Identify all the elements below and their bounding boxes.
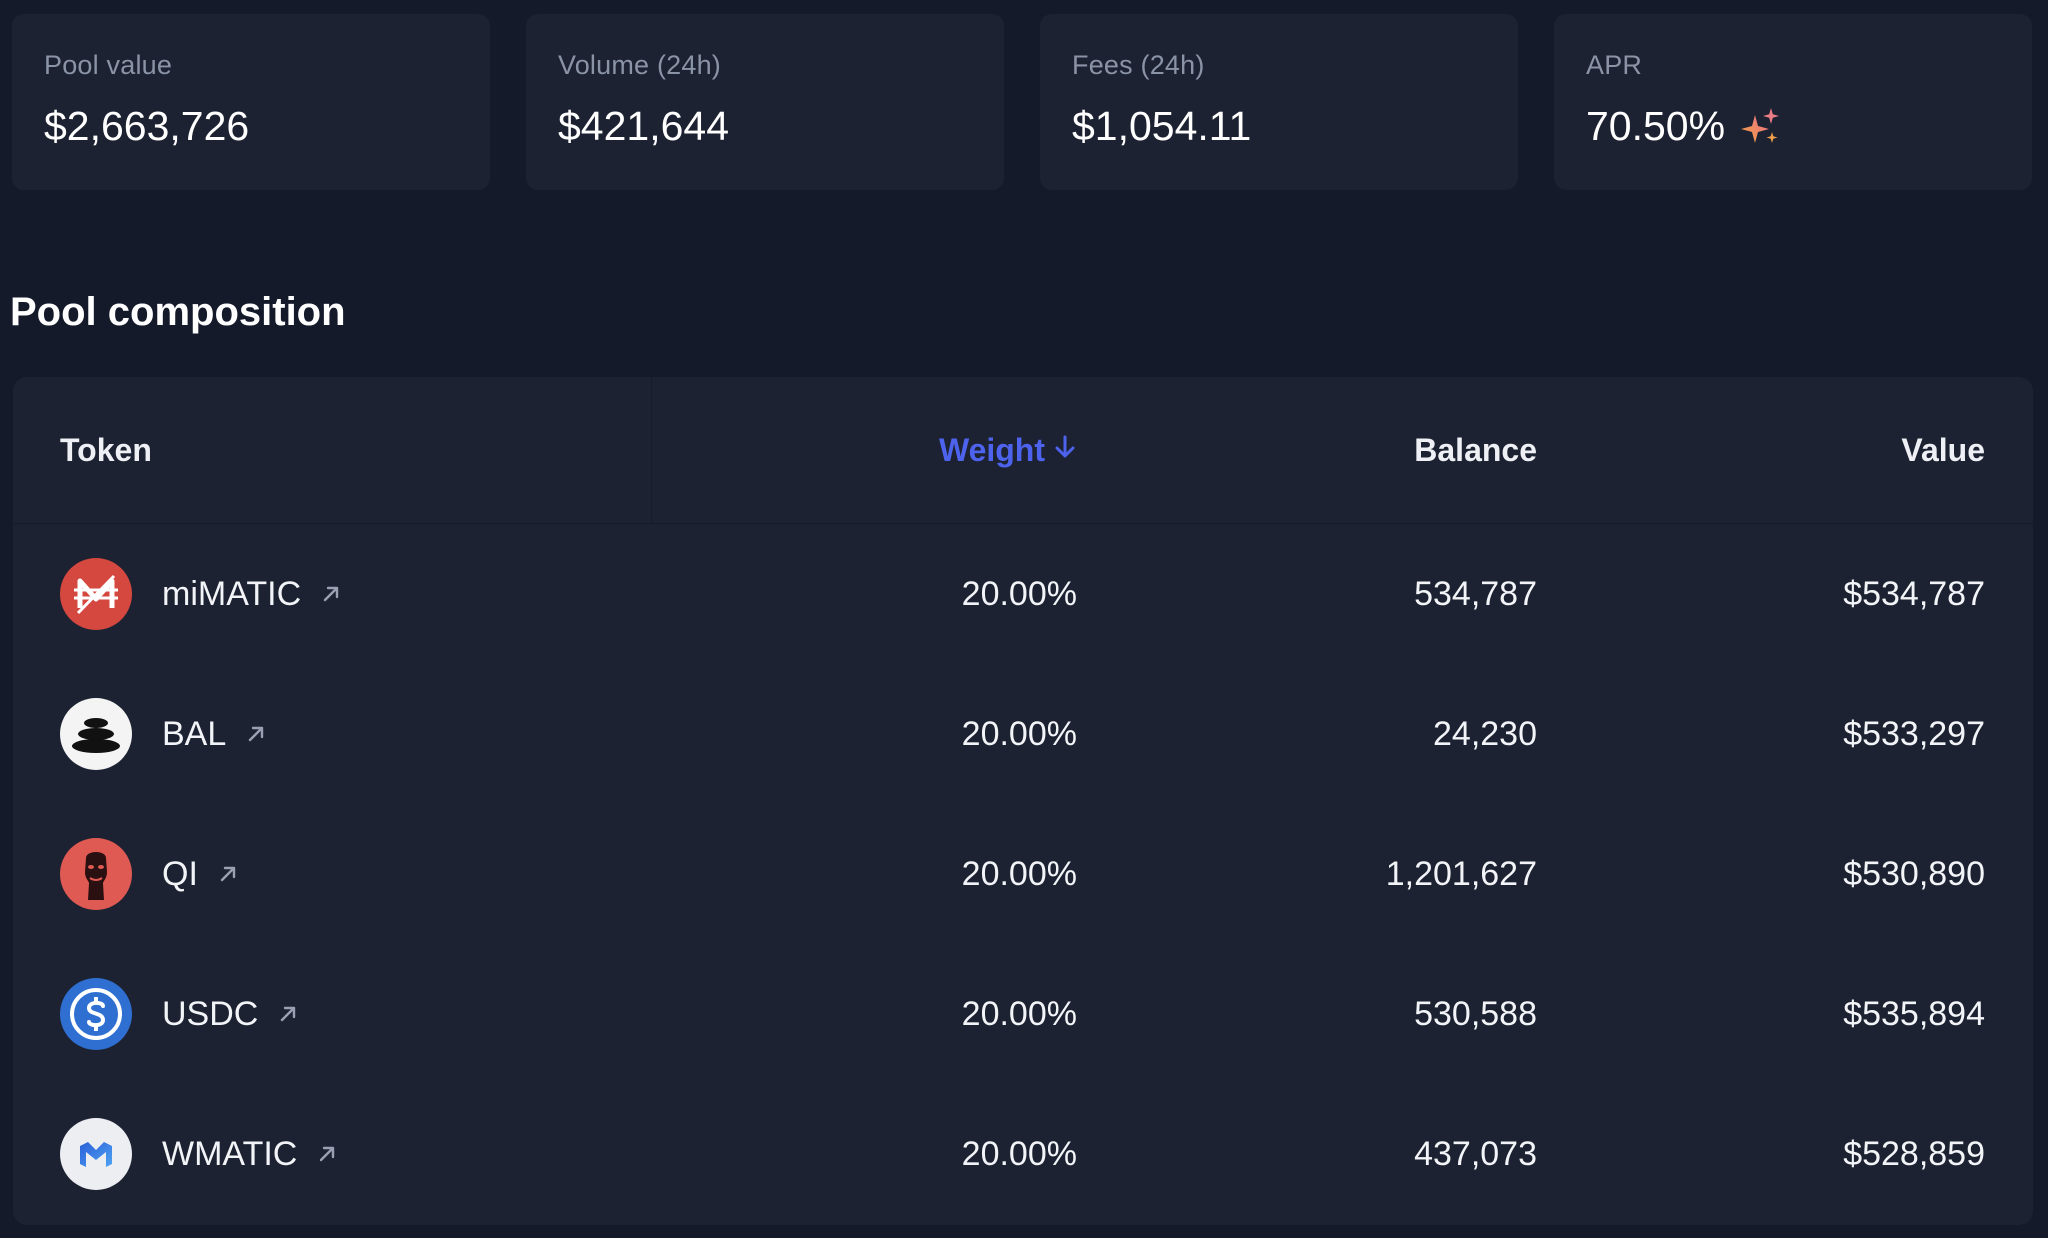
stat-value-text: $2,663,726 xyxy=(44,103,250,149)
external-link-icon[interactable] xyxy=(244,722,268,746)
token-name[interactable]: USDC xyxy=(162,995,258,1034)
arrow-down-icon xyxy=(1053,432,1077,469)
qi-token-icon xyxy=(60,838,132,910)
balance-cell: 24,230 xyxy=(1433,714,1537,753)
token-cell: BAL xyxy=(60,698,268,770)
sparkle-icon[interactable] xyxy=(1739,105,1783,149)
usdc-token-icon xyxy=(60,978,132,1050)
table-row: BAL 20.00% 24,230 $533,297 xyxy=(13,664,2033,804)
balance-cell: 534,787 xyxy=(1414,574,1537,613)
wmatic-token-icon xyxy=(60,1118,132,1190)
stat-card-apr: APR 70.50% xyxy=(1554,14,2032,190)
token-name[interactable]: BAL xyxy=(162,715,226,754)
balance-cell: 530,588 xyxy=(1414,994,1537,1033)
external-link-icon[interactable] xyxy=(216,862,240,886)
weight-cell: 20.00% xyxy=(961,574,1077,613)
balance-cell: 1,201,627 xyxy=(1385,854,1537,893)
stats-row: Pool value $2,663,726 Volume (24h) $421,… xyxy=(12,14,2032,190)
balance-cell: 437,073 xyxy=(1414,1134,1537,1173)
stat-card-fees: Fees (24h) $1,054.11 xyxy=(1040,14,1518,190)
stat-value-text: $1,054.11 xyxy=(1072,103,1252,149)
composition-table: Token Weight Balance Value miMATIC 20.00… xyxy=(13,377,2033,1225)
weight-cell: 20.00% xyxy=(961,994,1077,1033)
token-name[interactable]: miMATIC xyxy=(162,575,301,614)
stat-label: APR xyxy=(1586,50,1643,80)
stat-value-text: $421,644 xyxy=(558,103,730,149)
stat-value: $421,644 xyxy=(558,103,972,150)
token-cell: miMATIC xyxy=(60,558,343,630)
stat-value: $2,663,726 xyxy=(44,103,458,150)
header-weight-label: Weight xyxy=(938,431,1045,468)
external-link-icon[interactable] xyxy=(319,582,343,606)
external-link-icon[interactable] xyxy=(315,1142,339,1166)
token-name[interactable]: QI xyxy=(162,855,198,894)
column-divider xyxy=(651,377,652,524)
value-cell: $530,890 xyxy=(1843,854,1985,893)
stat-label: Volume (24h) xyxy=(558,50,721,80)
header-value[interactable]: Value xyxy=(1901,432,1985,469)
token-cell: QI xyxy=(60,838,240,910)
stat-label: Fees (24h) xyxy=(1072,50,1205,80)
header-weight[interactable]: Weight xyxy=(939,432,1077,469)
bal-token-icon xyxy=(60,698,132,770)
value-cell: $528,859 xyxy=(1843,1134,1985,1173)
value-cell: $535,894 xyxy=(1843,994,1985,1033)
token-name[interactable]: WMATIC xyxy=(162,1135,297,1174)
table-row: WMATIC 20.00% 437,073 $528,859 xyxy=(13,1084,2033,1224)
stat-label: Pool value xyxy=(44,50,173,80)
table-header: Token Weight Balance Value xyxy=(13,377,2033,524)
table-row: miMATIC 20.00% 534,787 $534,787 xyxy=(13,524,2033,664)
table-row: QI 20.00% 1,201,627 $530,890 xyxy=(13,804,2033,944)
value-cell: $533,297 xyxy=(1843,714,1985,753)
header-token[interactable]: Token xyxy=(60,432,152,469)
stat-card-volume: Volume (24h) $421,644 xyxy=(526,14,1004,190)
section-title: Pool composition xyxy=(10,290,346,334)
table-row: USDC 20.00% 530,588 $535,894 xyxy=(13,944,2033,1084)
stat-value: $1,054.11 xyxy=(1072,103,1486,150)
mimatic-token-icon xyxy=(60,558,132,630)
external-link-icon[interactable] xyxy=(276,1002,300,1026)
weight-cell: 20.00% xyxy=(961,1134,1077,1173)
stat-value-text: 70.50% xyxy=(1586,103,1726,149)
value-cell: $534,787 xyxy=(1843,574,1985,613)
stat-value: 70.50% xyxy=(1586,103,2000,150)
header-balance[interactable]: Balance xyxy=(1414,432,1537,469)
stat-card-pool-value: Pool value $2,663,726 xyxy=(12,14,490,190)
weight-cell: 20.00% xyxy=(961,854,1077,893)
weight-cell: 20.00% xyxy=(961,714,1077,753)
token-cell: WMATIC xyxy=(60,1118,339,1190)
token-cell: USDC xyxy=(60,978,300,1050)
